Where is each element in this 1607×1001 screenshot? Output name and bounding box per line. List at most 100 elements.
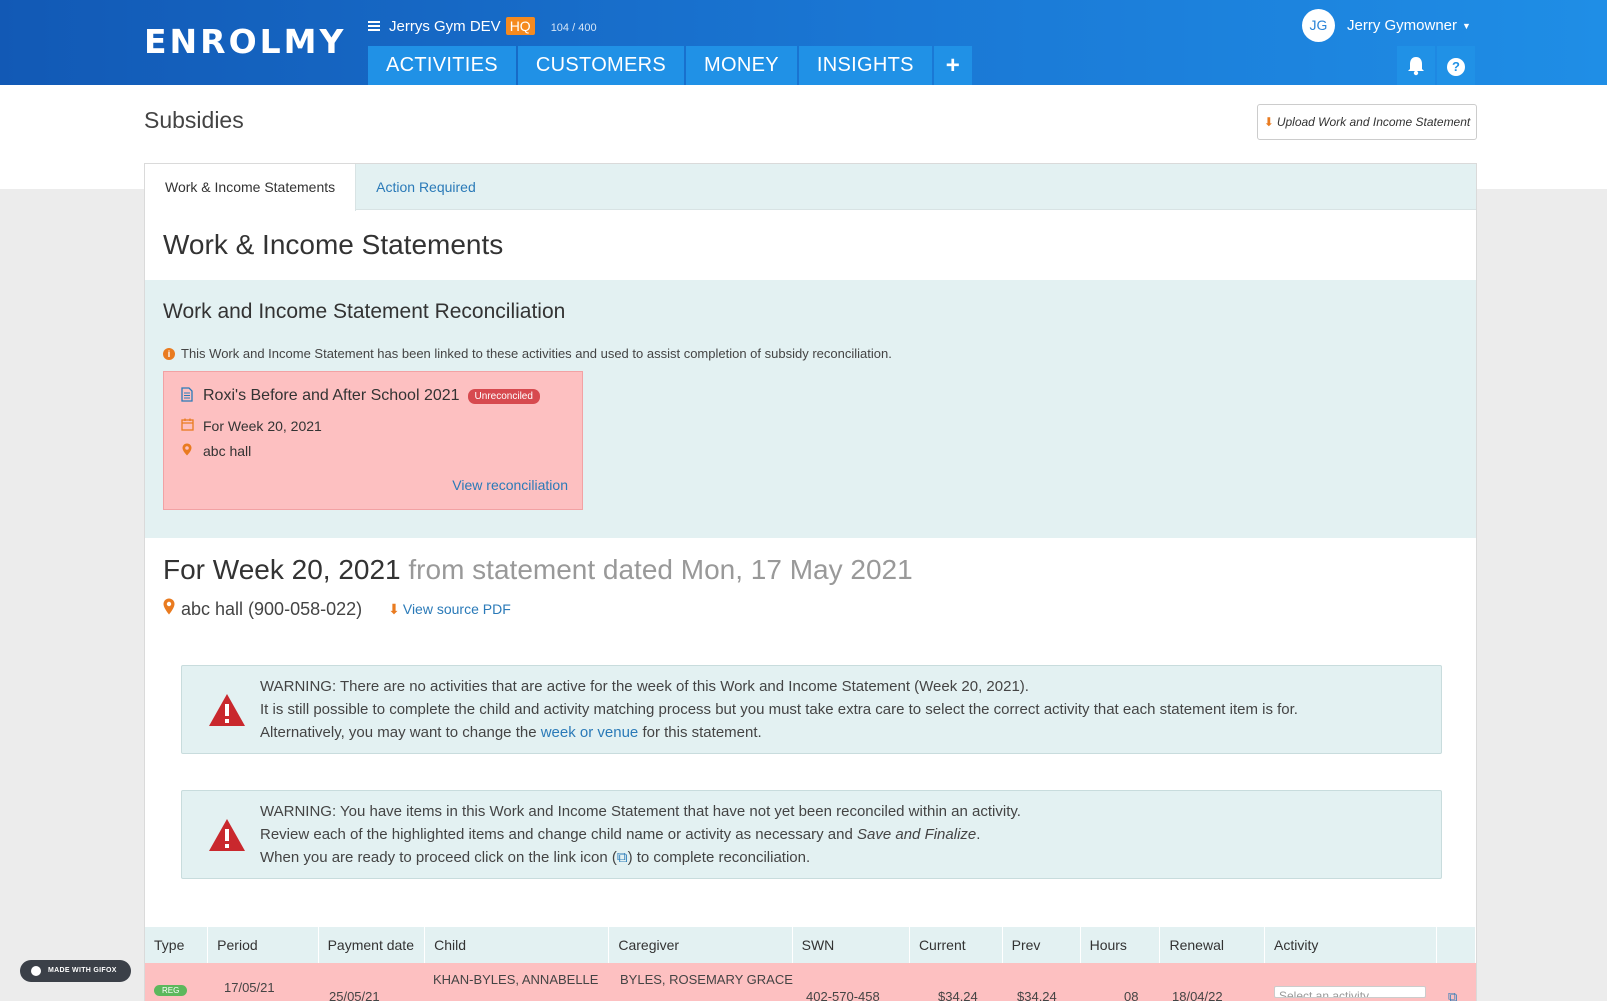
linked-activity-name: Roxi's Before and After School 2021: [203, 387, 460, 404]
nav-money[interactable]: MONEY: [686, 46, 797, 85]
column-header-payment-date: Payment date: [319, 927, 426, 963]
nav-insights[interactable]: INSIGHTS: [798, 46, 932, 85]
document-icon: [180, 387, 194, 405]
warning-text: When you are ready to proceed click on t…: [260, 849, 617, 866]
download-icon: ⬇: [388, 600, 400, 617]
cell-swn: 402-570-458: [806, 989, 880, 1001]
cell-caregiver: BYLES, ROSEMARY GRACE: [620, 972, 793, 987]
warning-line: When you are ready to proceed click on t…: [260, 846, 1021, 869]
statement-week: For Week 20, 2021: [163, 554, 401, 585]
info-icon: i: [163, 347, 175, 360]
upload-statement-label: Upload Work and Income Statement: [1276, 115, 1471, 129]
column-header-child: Child: [425, 927, 610, 963]
statement-heading: For Week 20, 2021 from statement dated M…: [163, 554, 1458, 586]
view-reconciliation-link[interactable]: View reconciliation: [452, 477, 568, 493]
user-menu[interactable]: JG Jerry Gymowner ▼: [1302, 9, 1471, 42]
bell-icon: [1408, 57, 1424, 76]
warning-no-activities: WARNING: There are no activities that ar…: [181, 665, 1442, 754]
tab-work-income-statements[interactable]: Work & Income Statements: [145, 164, 357, 211]
cell-renewal: 18/04/22: [1172, 989, 1223, 1001]
warning-icon: [209, 818, 245, 851]
top-bar: ENROLMY Jerrys Gym DEV HQ 104 / 400 ACTI…: [0, 0, 1607, 85]
column-header-current: Current: [910, 927, 1003, 963]
column-header-swn: SWN: [793, 927, 910, 963]
cell-hours: 08: [1124, 989, 1139, 1001]
warning-text: .: [976, 826, 981, 843]
notifications-button[interactable]: [1397, 46, 1435, 85]
reconciliation-panel: Work and Income Statement Reconciliation…: [145, 280, 1476, 538]
warning-text: Review each of the highlighted items and…: [260, 826, 853, 843]
main-nav: ACTIVITIES CUSTOMERS MONEY INSIGHTS +: [368, 46, 974, 85]
page-title: Subsidies: [144, 107, 244, 133]
usage-count: 104 / 400: [550, 22, 597, 34]
reconciliation-heading: Work and Income Statement Reconciliation: [163, 300, 566, 323]
view-source-pdf-link[interactable]: ⬇ View source PDF: [388, 601, 511, 618]
nav-activities[interactable]: ACTIVITIES: [368, 46, 516, 85]
section-title: Work & Income Statements: [163, 229, 504, 260]
download-icon: ⬇: [1263, 115, 1274, 129]
warning-line: Alternatively, you may want to change th…: [260, 721, 1298, 744]
org-name[interactable]: Jerrys Gym DEV: [389, 18, 501, 35]
column-header-period: Period: [208, 927, 319, 963]
cell-child[interactable]: KHAN-BYLES, ANNABELLE: [433, 972, 598, 987]
gifox-watermark: MADE WITH GIFOX: [20, 960, 131, 982]
external-link-icon[interactable]: ⧉: [1448, 989, 1457, 1001]
chevron-down-icon[interactable]: ▼: [1462, 21, 1471, 31]
reconciliation-info-text: This Work and Income Statement has been …: [181, 346, 892, 361]
warning-no-activities-text: WARNING: There are no activities that ar…: [260, 675, 1298, 744]
status-badge: Unreconciled: [467, 388, 540, 404]
week-or-venue-link[interactable]: week or venue: [541, 724, 639, 741]
warning-line: It is still possible to complete the chi…: [260, 701, 1298, 718]
calendar-icon: [180, 418, 194, 434]
statement-venue-row: abc hall (900-058-022) ⬇ View source PDF: [163, 598, 1458, 620]
linked-venue: abc hall: [203, 443, 252, 459]
help-button[interactable]: ?: [1437, 46, 1475, 85]
warning-emphasis: Save and Finalize: [857, 826, 977, 843]
nav-customers[interactable]: CUSTOMERS: [517, 46, 685, 85]
question-icon: ?: [1447, 58, 1465, 76]
hamburger-icon[interactable]: [368, 21, 380, 31]
hq-badge: HQ: [505, 17, 535, 35]
warning-icon: [209, 693, 245, 726]
warning-line: WARNING: You have items in this Work and…: [260, 803, 1021, 820]
enrolmy-logo[interactable]: ENROLMY: [144, 24, 343, 60]
column-header-type: Type: [145, 927, 209, 963]
reconciliation-info: i This Work and Income Statement has bee…: [163, 346, 1458, 361]
warning-line: WARNING: There are no activities that ar…: [260, 678, 1029, 695]
upload-statement-button[interactable]: ⬇ Upload Work and Income Statement: [1257, 104, 1477, 140]
warning-line: Review each of the highlighted items and…: [260, 823, 1021, 846]
map-pin-icon: [180, 443, 194, 459]
activity-select[interactable]: Select an activity: [1274, 986, 1426, 998]
warning-text: for this statement.: [642, 724, 762, 741]
avatar[interactable]: JG: [1302, 9, 1335, 42]
linked-activity-card: Roxi's Before and After School 2021 Unre…: [163, 371, 583, 510]
external-link-icon: ⧉: [616, 849, 628, 866]
cell-period: 17/05/21: [224, 980, 275, 995]
view-source-pdf-label: View source PDF: [402, 600, 511, 617]
statement-summary: For Week 20, 2021 from statement dated M…: [145, 538, 1476, 620]
statement-dated: from statement dated Mon, 17 May 2021: [408, 554, 913, 585]
tab-bar: Work & Income Statements Action Required: [145, 164, 1476, 211]
tab-action-required[interactable]: Action Required: [356, 164, 496, 210]
column-header-prev: Prev: [1003, 927, 1081, 963]
cell-payment-date: 25/05/21: [329, 989, 380, 1001]
statement-venue: abc hall (900-058-022): [181, 598, 363, 619]
add-icon[interactable]: +: [933, 46, 973, 85]
warning-text: Alternatively, you may want to change th…: [260, 724, 537, 741]
warning-text: ) to complete reconciliation.: [627, 849, 811, 866]
user-name[interactable]: Jerry Gymowner: [1347, 17, 1457, 34]
column-header-caregiver: Caregiver: [609, 927, 793, 963]
column-header-activity: Activity: [1265, 927, 1438, 963]
column-header-renewal: Renewal: [1160, 927, 1265, 963]
column-header-hours: Hours: [1081, 927, 1161, 963]
warning-unreconciled-text: WARNING: You have items in this Work and…: [260, 800, 1021, 869]
warning-unreconciled-items: WARNING: You have items in this Work and…: [181, 790, 1442, 879]
org-switcher[interactable]: Jerrys Gym DEV HQ 104 / 400: [368, 16, 597, 36]
column-header-link: [1437, 927, 1476, 963]
map-pin-icon: [163, 598, 175, 620]
table-row-content: 17/05/21 25/05/21 KHAN-BYLES, ANNABELLE …: [144, 962, 1475, 1001]
linked-week: For Week 20, 2021: [203, 418, 322, 434]
subsidies-card: Work & Income Statements Action Required…: [144, 163, 1477, 1001]
cell-prev: $34.24: [1017, 989, 1057, 1001]
table-header: Type Period Payment date Child Caregiver…: [145, 927, 1476, 963]
